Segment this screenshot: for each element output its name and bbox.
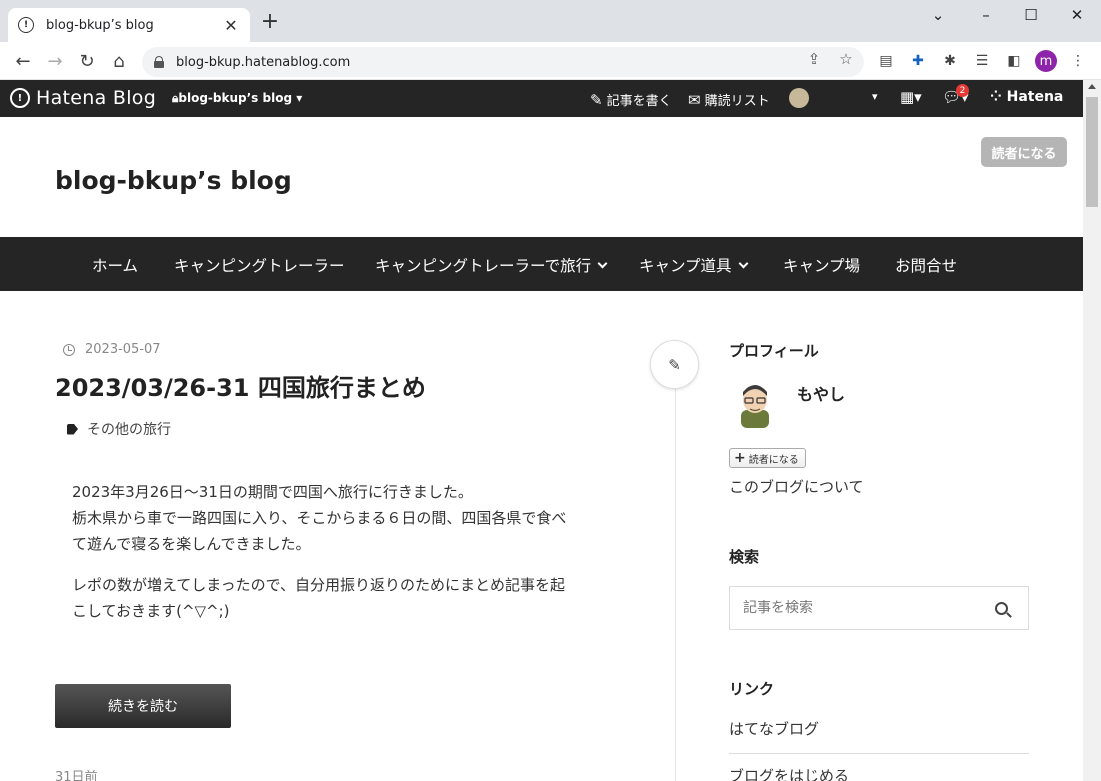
extensions-puzzle-icon[interactable]: ✱ [940,51,960,71]
profile-name[interactable]: もやし [797,381,845,405]
back-icon[interactable]: ← [12,50,34,72]
link-start-blog[interactable]: ブログをはじめる [729,765,849,781]
profile-avatar-image[interactable] [733,380,777,428]
window-close-icon[interactable]: ✕ [1065,6,1089,24]
sidebar-subscribe-label: 読者になる [748,454,799,466]
nav-item-camp-gear[interactable]: キャンプ道具 [639,254,748,276]
sidebar-subscribe-button[interactable]: + 読者になる [729,448,806,468]
scroll-thumb[interactable] [1086,97,1098,207]
search-heading: 検索 [729,548,760,566]
edit-entry-button[interactable]: ✎ [650,340,699,389]
edit-icon: ✎ [668,355,681,374]
minimize-icon[interactable]: – [974,6,998,24]
nav-item-label: キャンプ道具 [639,257,732,275]
side-panel-icon[interactable]: ◧ [1004,51,1024,71]
hatena-global-header: ! Hatena Blog 🔒︎blog-bkup’s blog ▾ ✎ 記事を… [0,80,1083,117]
hatena-dots-icon: ⁘ [990,89,1007,105]
clock-icon [63,343,75,356]
search-icon[interactable] [995,601,1008,615]
reading-list-icon[interactable]: ☰ [972,51,992,71]
entry-title[interactable]: 2023/03/26-31 四国旅行まとめ [55,368,426,403]
search-input[interactable] [743,600,995,616]
page-scrollbar[interactable] [1083,80,1101,781]
write-entry-button[interactable]: ✎ 記事を書く [590,90,672,110]
user-menu-caret-icon[interactable]: ▾ [872,90,878,103]
relative-date: 31日前 [55,770,98,781]
nav-item-camping-trailer[interactable]: キャンピングトレーラー [174,254,345,276]
extension-window-icon[interactable]: ▤ [876,51,896,71]
extension-blue-icon[interactable]: ✚ [908,51,928,71]
paragraph-line: レポの数が増えてしまったので、自分用振り返りのためにまとめ記事を起 [72,576,566,594]
home-icon[interactable]: ⌂ [108,50,130,72]
entry-date-text: 2023-05-07 [85,342,161,357]
forward-icon[interactable]: → [44,50,66,72]
scroll-up-icon[interactable] [1088,84,1096,89]
plus-icon: + [734,450,746,466]
tab-search-chevron-icon[interactable]: ⌄ [926,6,950,24]
write-icon: ✎ [590,90,603,109]
chevron-down-icon [597,258,608,269]
read-more-button[interactable]: 続きを読む [55,684,231,728]
subscribe-button[interactable]: 読者になる [981,137,1067,167]
browser-tab[interactable]: ! blog-bkup’s blog ✕ [8,8,250,42]
paragraph-line: 栃木県から車で一路四国に入り、そこからまる６日の間、四国各県で食べ [72,509,567,527]
timeline-divider [675,380,676,781]
global-nav: ホーム キャンピングトレーラー キャンピングトレーラーで旅行 キャンプ道具 キャ… [0,237,1083,291]
hatena-logo-icon: ! [10,88,30,108]
new-tab-icon[interactable]: + [260,11,280,33]
hatena-blog-logo[interactable]: ! Hatena Blog [10,87,156,109]
blog-selector-label: blog-bkup’s blog [178,91,293,105]
paragraph-line: 2023年3月26日～31日の期間で四国へ旅行に行きました。 [72,483,473,501]
blog-selector[interactable]: 🔒︎blog-bkup’s blog ▾ [172,91,302,106]
entry-paragraph-1: 2023年3月26日～31日の期間で四国へ旅行に行きました。 栃木県から車で一路… [72,479,612,557]
hatena-favicon-icon: ! [18,17,34,33]
link-hatena-blog[interactable]: はてなブログ [729,718,819,739]
reading-list-button[interactable]: ✉ 購読リスト [688,90,770,110]
chevron-down-icon [738,258,748,269]
category-label: その他の旅行 [87,422,171,438]
entry-paragraph-2: レポの数が増えてしまったので、自分用振り返りのためにまとめ記事を起 こしておきま… [72,572,612,624]
maximize-icon[interactable]: ☐ [1019,6,1043,24]
about-blog-link[interactable]: このブログについて [729,476,864,497]
browser-menu-icon[interactable]: ⋮ [1068,51,1088,71]
paragraph-line: て遊んで寝るを楽しんできました。 [72,535,311,553]
hatena-link[interactable]: ⁘ Hatena [990,89,1063,105]
address-bar[interactable]: blog-bkup.hatenablog.com [142,47,864,77]
profile-avatar[interactable]: m [1035,50,1057,72]
mail-icon: ✉ [688,90,701,109]
reload-icon[interactable]: ↻ [76,50,98,72]
hatena-logo-text: Hatena Blog [36,87,157,109]
lock-icon [154,56,164,68]
tab-close-icon[interactable]: ✕ [222,16,240,35]
links-heading: リンク [729,680,775,698]
user-avatar[interactable] [789,88,809,108]
nav-item-trailer-travel[interactable]: キャンピングトレーラーで旅行 [375,254,608,276]
browser-toolbar: ← → ↻ ⌂ blog-bkup.hatenablog.com ⇪ ☆ ▤ ✚… [0,42,1101,80]
tab-title: blog-bkup’s blog [46,17,154,33]
blog-title[interactable]: blog-bkup’s blog [55,166,292,195]
bookmark-star-icon[interactable]: ☆ [836,50,856,68]
entry-date[interactable]: 2023-05-07 [63,342,161,357]
url-text: blog-bkup.hatenablog.com [176,54,351,70]
tag-icon [67,423,78,435]
paragraph-line: こしておきます(^▽^;) [72,602,230,620]
nav-item-campsite[interactable]: キャンプ場 [783,254,860,276]
link-divider [729,753,1029,754]
profile-heading: プロフィール [729,342,819,360]
hatena-link-label: Hatena [1006,89,1064,105]
browser-tab-bar: ! blog-bkup’s blog ✕ + ⌄ – ☐ ✕ [0,0,1101,42]
nav-item-contact[interactable]: お問合せ [895,254,957,276]
notification-badge: 2 [956,84,969,97]
apps-grid-icon[interactable]: ▦▾ [900,88,922,106]
search-form [729,586,1029,630]
share-icon[interactable]: ⇪ [804,50,824,68]
entry-category[interactable]: その他の旅行 [67,419,171,439]
nav-item-label: キャンピングトレーラーで旅行 [375,257,592,275]
reading-list-label: 購読リスト [704,94,770,109]
nav-item-home[interactable]: ホーム [92,254,138,276]
write-label: 記事を書く [606,94,672,109]
caret-down-icon: ▾ [292,91,303,105]
